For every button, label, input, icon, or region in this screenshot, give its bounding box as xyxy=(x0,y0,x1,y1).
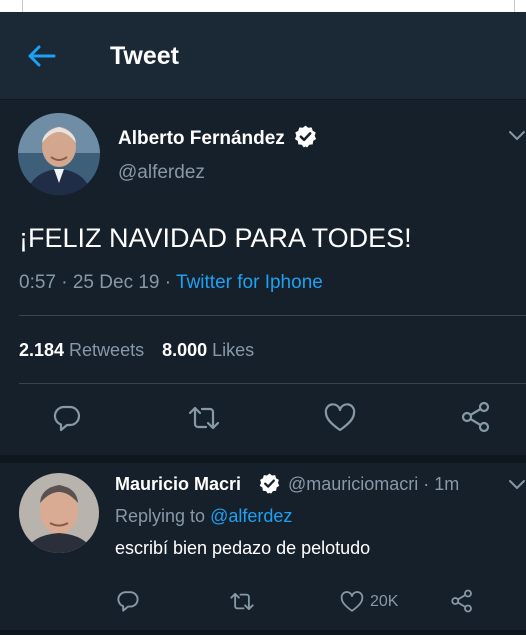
likes-label[interactable]: Likes xyxy=(207,340,254,360)
retweets-count[interactable]: 2.184 xyxy=(19,340,64,360)
share-icon[interactable] xyxy=(460,401,492,433)
reply-text: escribí bien pedazo de pelotudo xyxy=(115,538,371,558)
divider xyxy=(19,383,526,384)
retweet-icon[interactable] xyxy=(187,403,221,433)
section-separator xyxy=(0,455,526,463)
bottom-edge xyxy=(0,630,526,635)
verified-badge-icon xyxy=(294,125,317,148)
reply-author-name[interactable]: Mauricio Macri xyxy=(115,474,241,495)
tweet-text: ¡FELIZ NAVIDAD PARA TODES! xyxy=(19,223,412,253)
reply-avatar[interactable] xyxy=(19,473,99,553)
replying-mention-link[interactable]: @alferdez xyxy=(210,506,292,526)
retweet-icon[interactable] xyxy=(229,590,255,613)
reply-icon[interactable] xyxy=(52,403,82,433)
like-icon[interactable] xyxy=(340,591,364,613)
back-arrow-icon[interactable] xyxy=(24,39,58,73)
avatar[interactable] xyxy=(18,113,100,195)
tweet-source-link[interactable]: Twitter for Iphone xyxy=(176,272,323,293)
author-handle[interactable]: @alferdez xyxy=(118,162,205,184)
top-edge xyxy=(0,0,526,12)
chevron-down-icon[interactable] xyxy=(508,479,526,491)
page-title: Tweet xyxy=(110,42,179,70)
verified-badge-icon xyxy=(259,473,280,494)
tweet-stats: 2.184 Retweets 8.000 Likes xyxy=(19,340,254,361)
likes-count[interactable]: 8.000 xyxy=(162,340,207,360)
reply-like-count[interactable]: 20K xyxy=(370,593,398,611)
share-icon[interactable] xyxy=(450,589,474,613)
divider xyxy=(19,315,526,316)
reply-handle-time[interactable]: @mauriciomacri · 1m xyxy=(288,474,459,495)
tweet-meta: 0:57 · 25 Dec 19 · Twitter for Iphone xyxy=(19,272,323,294)
like-icon[interactable] xyxy=(324,403,356,433)
reply-icon[interactable] xyxy=(116,589,140,613)
header-bar: Tweet xyxy=(0,12,526,100)
replying-prefix: Replying to xyxy=(115,506,211,526)
retweets-label[interactable]: Retweets xyxy=(64,340,144,360)
chevron-down-icon[interactable] xyxy=(508,130,526,142)
tweet-timestamp: 0:57 · 25 Dec 19 · xyxy=(19,272,177,293)
author-name[interactable]: Alberto Fernández xyxy=(118,128,285,150)
replying-to: Replying to @alferdez xyxy=(115,506,292,527)
